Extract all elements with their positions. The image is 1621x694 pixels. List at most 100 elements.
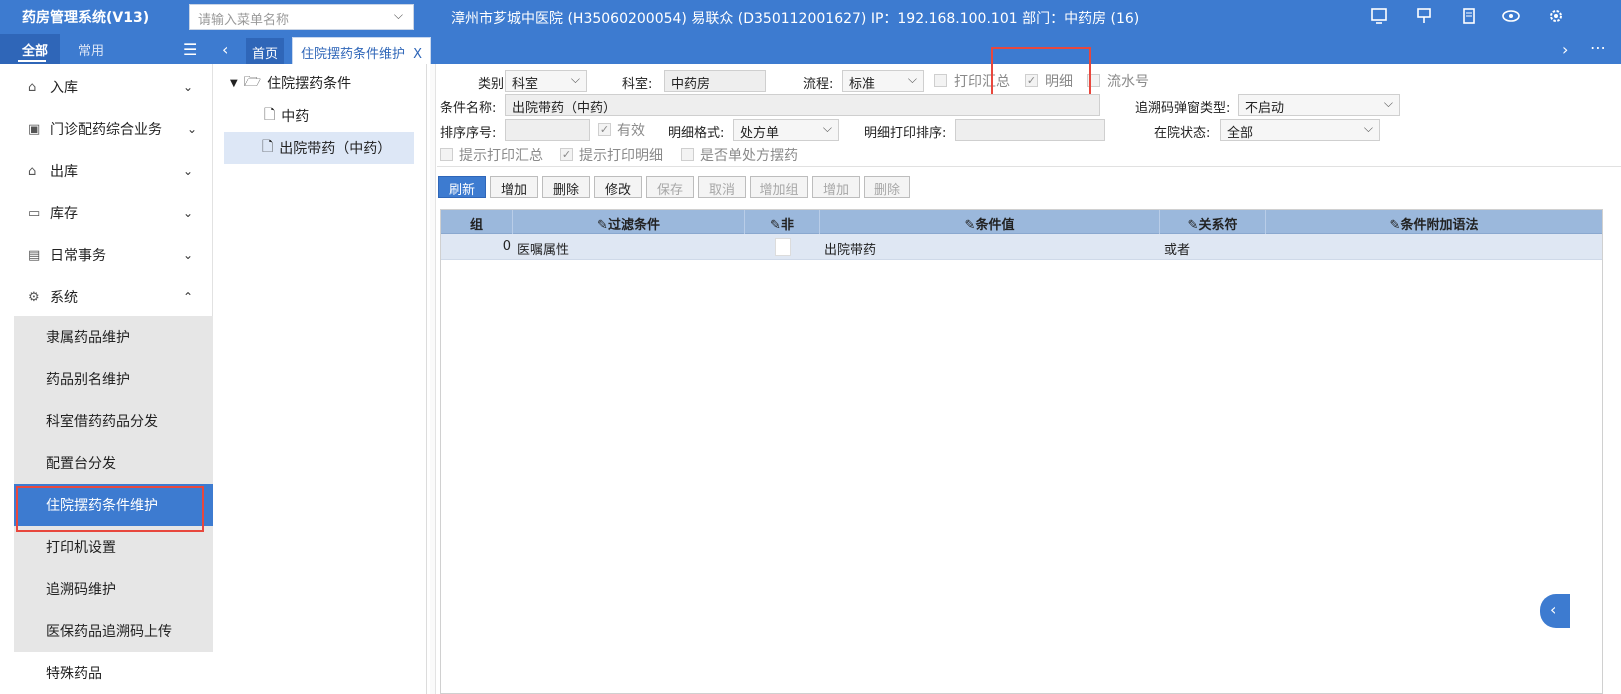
sidebar-item-outpatient[interactable]: ▣ 门诊配药综合业务 ⌄ xyxy=(0,108,213,150)
cell-value[interactable]: 出院带药 xyxy=(824,234,1154,260)
refresh-button[interactable]: 刷新 xyxy=(438,176,486,198)
tab-all[interactable]: 全部 xyxy=(0,34,60,64)
add-condition-button[interactable]: 增加 xyxy=(812,176,860,198)
eye-icon[interactable] xyxy=(1500,5,1522,27)
col-filter-label: 过滤条件 xyxy=(607,218,660,233)
detail-print-sort-label: 明细打印排序: xyxy=(864,126,947,141)
valid-label: 有效 xyxy=(617,123,645,139)
category-select[interactable]: 科室 ⌵ xyxy=(505,70,587,92)
sidebar-item-outbound[interactable]: ⌂ 出库 ⌄ xyxy=(0,150,213,192)
process-select[interactable]: 标准 ⌵ xyxy=(842,70,924,92)
single-rx-checkbox[interactable] xyxy=(681,148,694,161)
menu-toggle-icon[interactable]: ☰ xyxy=(183,40,197,59)
save-button[interactable]: 保存 xyxy=(646,176,694,198)
edit-icon: ✎ xyxy=(964,218,976,233)
close-icon[interactable]: X xyxy=(413,47,422,62)
col-value-label: 条件值 xyxy=(975,218,1015,233)
tree-root-label: 住院摆药条件 xyxy=(267,76,352,92)
delete-button[interactable]: 删除 xyxy=(542,176,590,198)
table-row[interactable]: 0 医嘱属性 出院带药 或者 xyxy=(441,234,1602,260)
divider xyxy=(437,166,1621,167)
trace-popup-select[interactable]: 不启动 ⌵ xyxy=(1238,94,1400,116)
tab-bar xyxy=(0,34,1621,64)
chevron-right-icon[interactable]: › xyxy=(1562,40,1568,59)
sort-no-field[interactable] xyxy=(505,119,590,141)
cancel-button[interactable]: 取消 xyxy=(698,176,746,198)
tree-node-selected[interactable]: 🗋 出院带药（中药） xyxy=(224,132,414,164)
detail-print-sort-field[interactable] xyxy=(955,119,1105,141)
hospital-info: 漳州市芗城中医院 (H35060200054) 易联众 (D3501120016… xyxy=(451,11,1140,27)
cell-group: 0 xyxy=(502,239,511,254)
sidebar-item-label: 入库 xyxy=(50,80,78,96)
sidebar-item-special[interactable]: 特殊药品 xyxy=(0,652,213,694)
sidebar-subitem[interactable]: 隶属药品维护 xyxy=(14,316,213,358)
col-not-label: 非 xyxy=(780,218,794,233)
settings-icon[interactable] xyxy=(1545,5,1567,27)
inhospital-status-select[interactable]: 全部 ⌵ xyxy=(1220,119,1380,141)
panel-splitter[interactable] xyxy=(430,64,436,694)
cell-relation[interactable]: 或者 xyxy=(1164,234,1264,260)
delete-condition-button[interactable]: 删除 xyxy=(864,176,910,198)
more-icon[interactable]: ⋯ xyxy=(1590,38,1606,57)
modify-button[interactable]: 修改 xyxy=(594,176,642,198)
outbox-icon: ⌂ xyxy=(28,163,37,179)
sidebar-subitem[interactable]: 追溯码维护 xyxy=(14,568,213,610)
tree-node-label: 中药 xyxy=(281,109,310,125)
chevron-down-icon[interactable]: ⌵ xyxy=(394,8,403,23)
file-icon: 🗋 xyxy=(264,107,276,123)
col-extra[interactable]: ✎条件附加语法 xyxy=(1266,210,1602,234)
col-not[interactable]: ✎非 xyxy=(745,210,820,234)
tab-home[interactable]: 首页 xyxy=(246,38,285,64)
add-group-button[interactable]: 增加组 xyxy=(750,176,808,198)
sidebar-subitem[interactable]: 科室借药药品分发 xyxy=(14,400,213,442)
category-value: 科室 xyxy=(512,77,539,92)
tree-root[interactable]: ▼ 🗁 住院摆药条件 xyxy=(230,71,351,95)
clinic-icon: ▣ xyxy=(28,121,41,137)
sidebar-subitem[interactable]: 医保药品追溯码上传 xyxy=(14,610,213,652)
sidebar-item-label: 日常事务 xyxy=(50,248,106,264)
gear-icon: ⚙ xyxy=(28,289,40,305)
chevron-down-icon: ⌄ xyxy=(182,80,193,94)
sidebar-item-inbound[interactable]: ⌂ 入库 ⌄ xyxy=(0,66,213,108)
detail-format-select[interactable]: 处方单 ⌵ xyxy=(733,119,839,141)
add-button[interactable]: 增加 xyxy=(490,176,538,198)
dept-field[interactable]: 中药房 xyxy=(664,70,766,92)
chevron-down-icon: ⌵ xyxy=(570,72,580,86)
screen-icon[interactable] xyxy=(1368,5,1390,27)
print-summary-checkbox[interactable] xyxy=(934,74,947,87)
col-relation[interactable]: ✎关系符 xyxy=(1160,210,1266,234)
sidebar-item-system[interactable]: ⚙ 系统 ⌃ xyxy=(0,276,213,318)
valid-checkbox[interactable]: ✓ xyxy=(598,123,611,136)
sidebar-subitem[interactable]: 配置台分发 xyxy=(14,442,213,484)
pin-icon[interactable] xyxy=(1413,5,1435,27)
collapse-panel-icon[interactable]: ‹ xyxy=(1540,594,1570,628)
sidebar-item-label: 门诊配药综合业务 xyxy=(50,122,162,138)
sidebar-subitem[interactable]: 打印机设置 xyxy=(14,526,213,568)
process-value: 标准 xyxy=(849,77,876,92)
file-icon: 🗋 xyxy=(262,139,274,155)
col-group[interactable]: 组 xyxy=(441,210,513,234)
cond-name-field[interactable]: 出院带药（中药） xyxy=(505,94,1100,116)
prompt-print-summary-checkbox[interactable] xyxy=(440,148,453,161)
category-label: 类别: xyxy=(478,77,509,92)
tab-common[interactable]: 常用 xyxy=(78,34,104,64)
cell-not-checkbox[interactable] xyxy=(775,238,791,256)
cell-filter[interactable]: 医嘱属性 xyxy=(517,234,737,260)
col-value[interactable]: ✎条件值 xyxy=(820,210,1160,234)
dept-label: 科室: xyxy=(622,77,653,92)
chevron-down-icon: ⌵ xyxy=(1363,121,1373,135)
document-icon[interactable] xyxy=(1458,5,1480,27)
chevron-left-icon[interactable]: ‹ xyxy=(222,40,228,59)
menu-search-input[interactable]: 请输入菜单名称 ⌵ xyxy=(189,4,414,30)
prompt-print-summary-label: 提示打印汇总 xyxy=(459,148,543,164)
chevron-down-icon: ⌄ xyxy=(182,164,193,178)
chevron-down-icon: ⌄ xyxy=(186,122,197,136)
sidebar-subitem[interactable]: 药品别名维护 xyxy=(14,358,213,400)
prompt-print-detail-checkbox[interactable]: ✓ xyxy=(560,148,573,161)
tab-inpatient-dispense-condition[interactable]: 住院摆药条件维护 X xyxy=(292,37,432,64)
col-filter[interactable]: ✎过滤条件 xyxy=(513,210,745,234)
cell-extra[interactable] xyxy=(1270,234,1600,260)
tree-node[interactable]: 🗋 中药 xyxy=(264,104,309,128)
sidebar-item-stock[interactable]: ▭ 库存 ⌄ xyxy=(0,192,213,234)
sidebar-item-daily[interactable]: ▤ 日常事务 ⌄ xyxy=(0,234,213,276)
